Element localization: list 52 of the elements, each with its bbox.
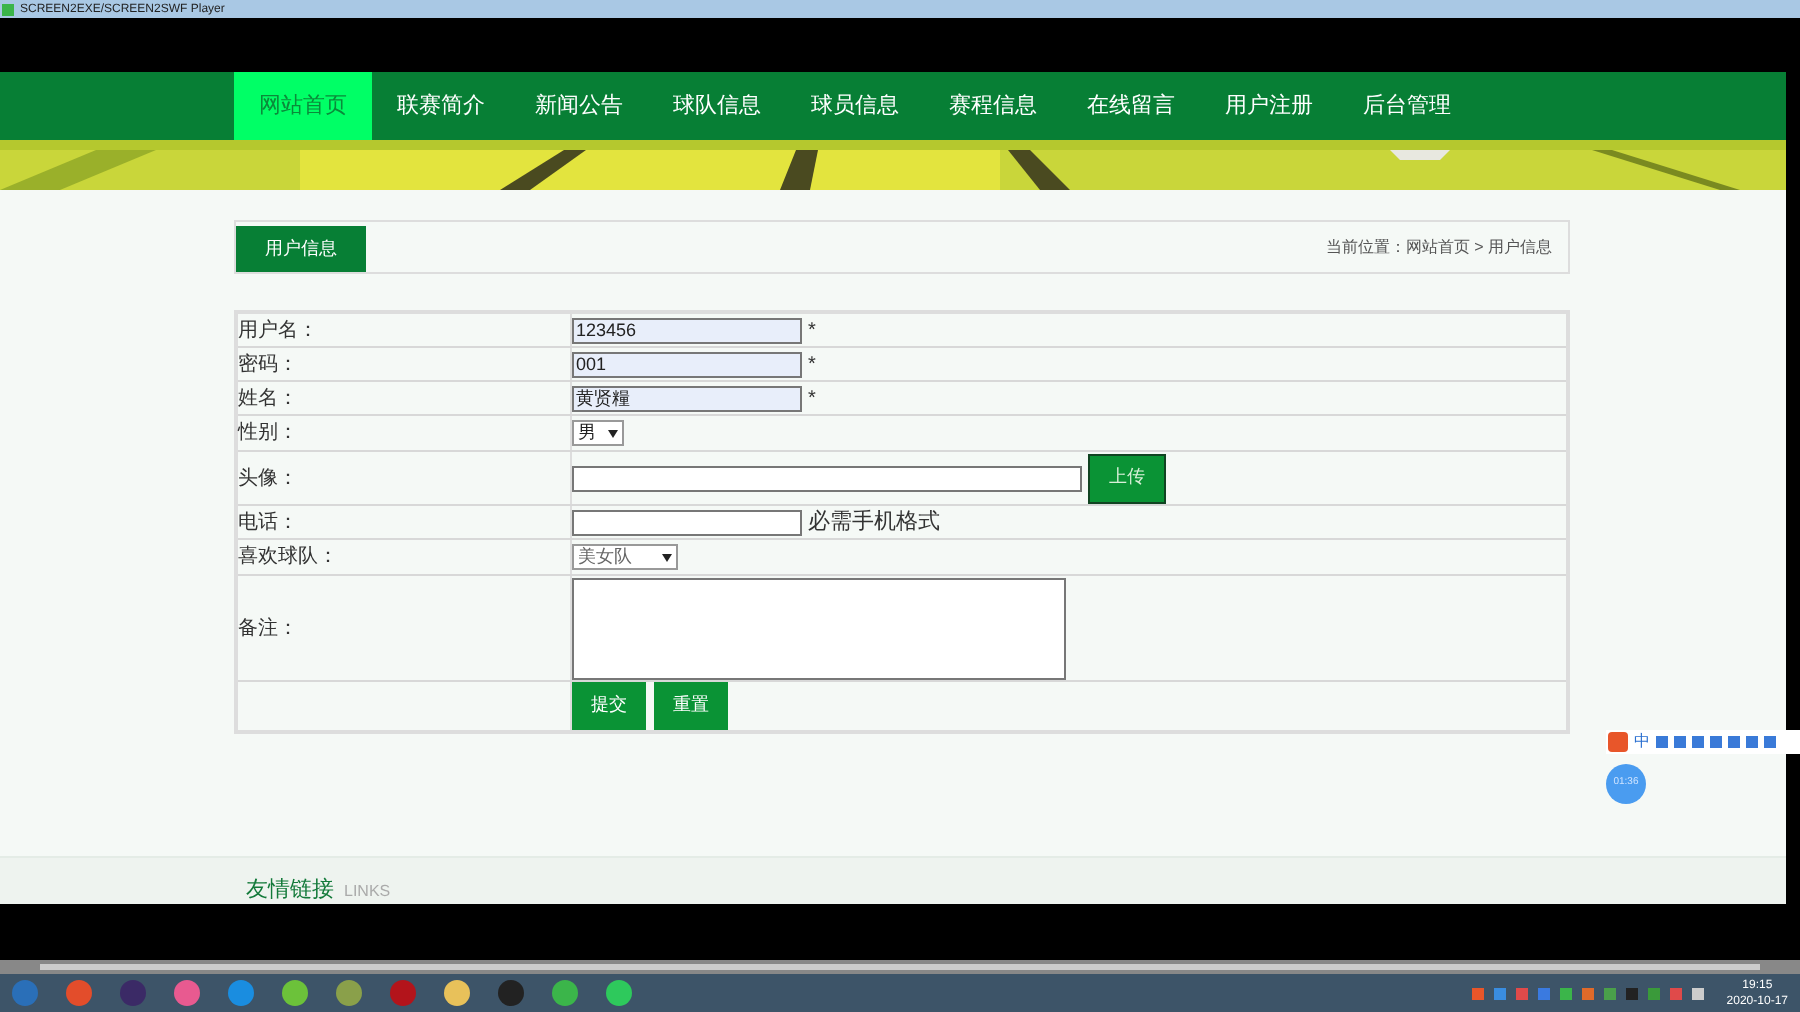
footer-subtitle: LINKS <box>344 880 391 904</box>
app-icon[interactable] <box>552 980 578 1006</box>
dropdown-icon <box>608 429 618 437</box>
select-value: 男 <box>578 419 596 446</box>
input-field[interactable]: 123456 <box>572 317 802 343</box>
footer-title: 友情链接 <box>246 878 334 904</box>
app-icon[interactable] <box>174 980 200 1006</box>
input-field[interactable] <box>572 509 802 535</box>
select-field[interactable]: 美女队 <box>572 544 678 570</box>
required-mark: * <box>808 317 816 345</box>
breadcrumb: 当前位置：网站首页 > 用户信息 <box>1325 235 1554 259</box>
input-field[interactable]: 黄贤糧 <box>572 385 802 411</box>
ime-logo-icon <box>1608 732 1628 752</box>
dropdown-icon <box>662 553 672 561</box>
nav-link[interactable]: 赛程信息 <box>924 72 1062 140</box>
field-label: 喜欢球队： <box>238 543 338 572</box>
app-icon[interactable] <box>444 980 470 1006</box>
nav-link[interactable]: 用户注册 <box>1200 72 1338 140</box>
nav-link[interactable]: 后台管理 <box>1338 72 1476 140</box>
app-icon[interactable] <box>606 980 632 1006</box>
remarks-field[interactable] <box>572 577 1066 679</box>
app-icon[interactable] <box>282 980 308 1006</box>
app-icon[interactable] <box>228 980 254 1006</box>
form-button[interactable]: 重置 <box>654 682 728 730</box>
select-field[interactable]: 男 <box>572 420 624 446</box>
section-tab[interactable]: 用户信息 <box>236 226 366 272</box>
app-icon <box>2 3 14 15</box>
nav-link[interactable]: 球队信息 <box>648 72 786 140</box>
field-label: 密码： <box>238 351 298 379</box>
field-label: 备注： <box>238 615 298 643</box>
ime-mode[interactable]: 中 <box>1634 732 1650 752</box>
field-label: 姓名： <box>238 385 298 413</box>
required-mark: * <box>808 385 816 413</box>
form-button[interactable]: 提交 <box>572 682 646 730</box>
nav-link[interactable]: 网站首页 <box>234 72 372 140</box>
hint-text: 必需手机格式 <box>808 507 940 538</box>
field-label: 性别： <box>238 419 298 448</box>
nav-link[interactable]: 新闻公告 <box>510 72 648 140</box>
upload-button[interactable]: 上传 <box>1088 453 1166 503</box>
nav-link[interactable]: 球员信息 <box>786 72 924 140</box>
field-label: 电话： <box>238 509 298 537</box>
app-icon[interactable] <box>498 980 524 1006</box>
nav-link[interactable]: 在线留言 <box>1062 72 1200 140</box>
input-field[interactable] <box>572 465 1082 491</box>
required-mark: * <box>808 351 816 379</box>
select-value: 美女队 <box>578 543 632 570</box>
field-label: 用户名： <box>238 317 318 345</box>
nav-link[interactable]: 联赛简介 <box>372 72 510 140</box>
field-label: 头像： <box>238 465 298 493</box>
app-icon[interactable] <box>66 980 92 1006</box>
input-field[interactable]: 001 <box>572 351 802 377</box>
app-icon[interactable] <box>336 980 362 1006</box>
